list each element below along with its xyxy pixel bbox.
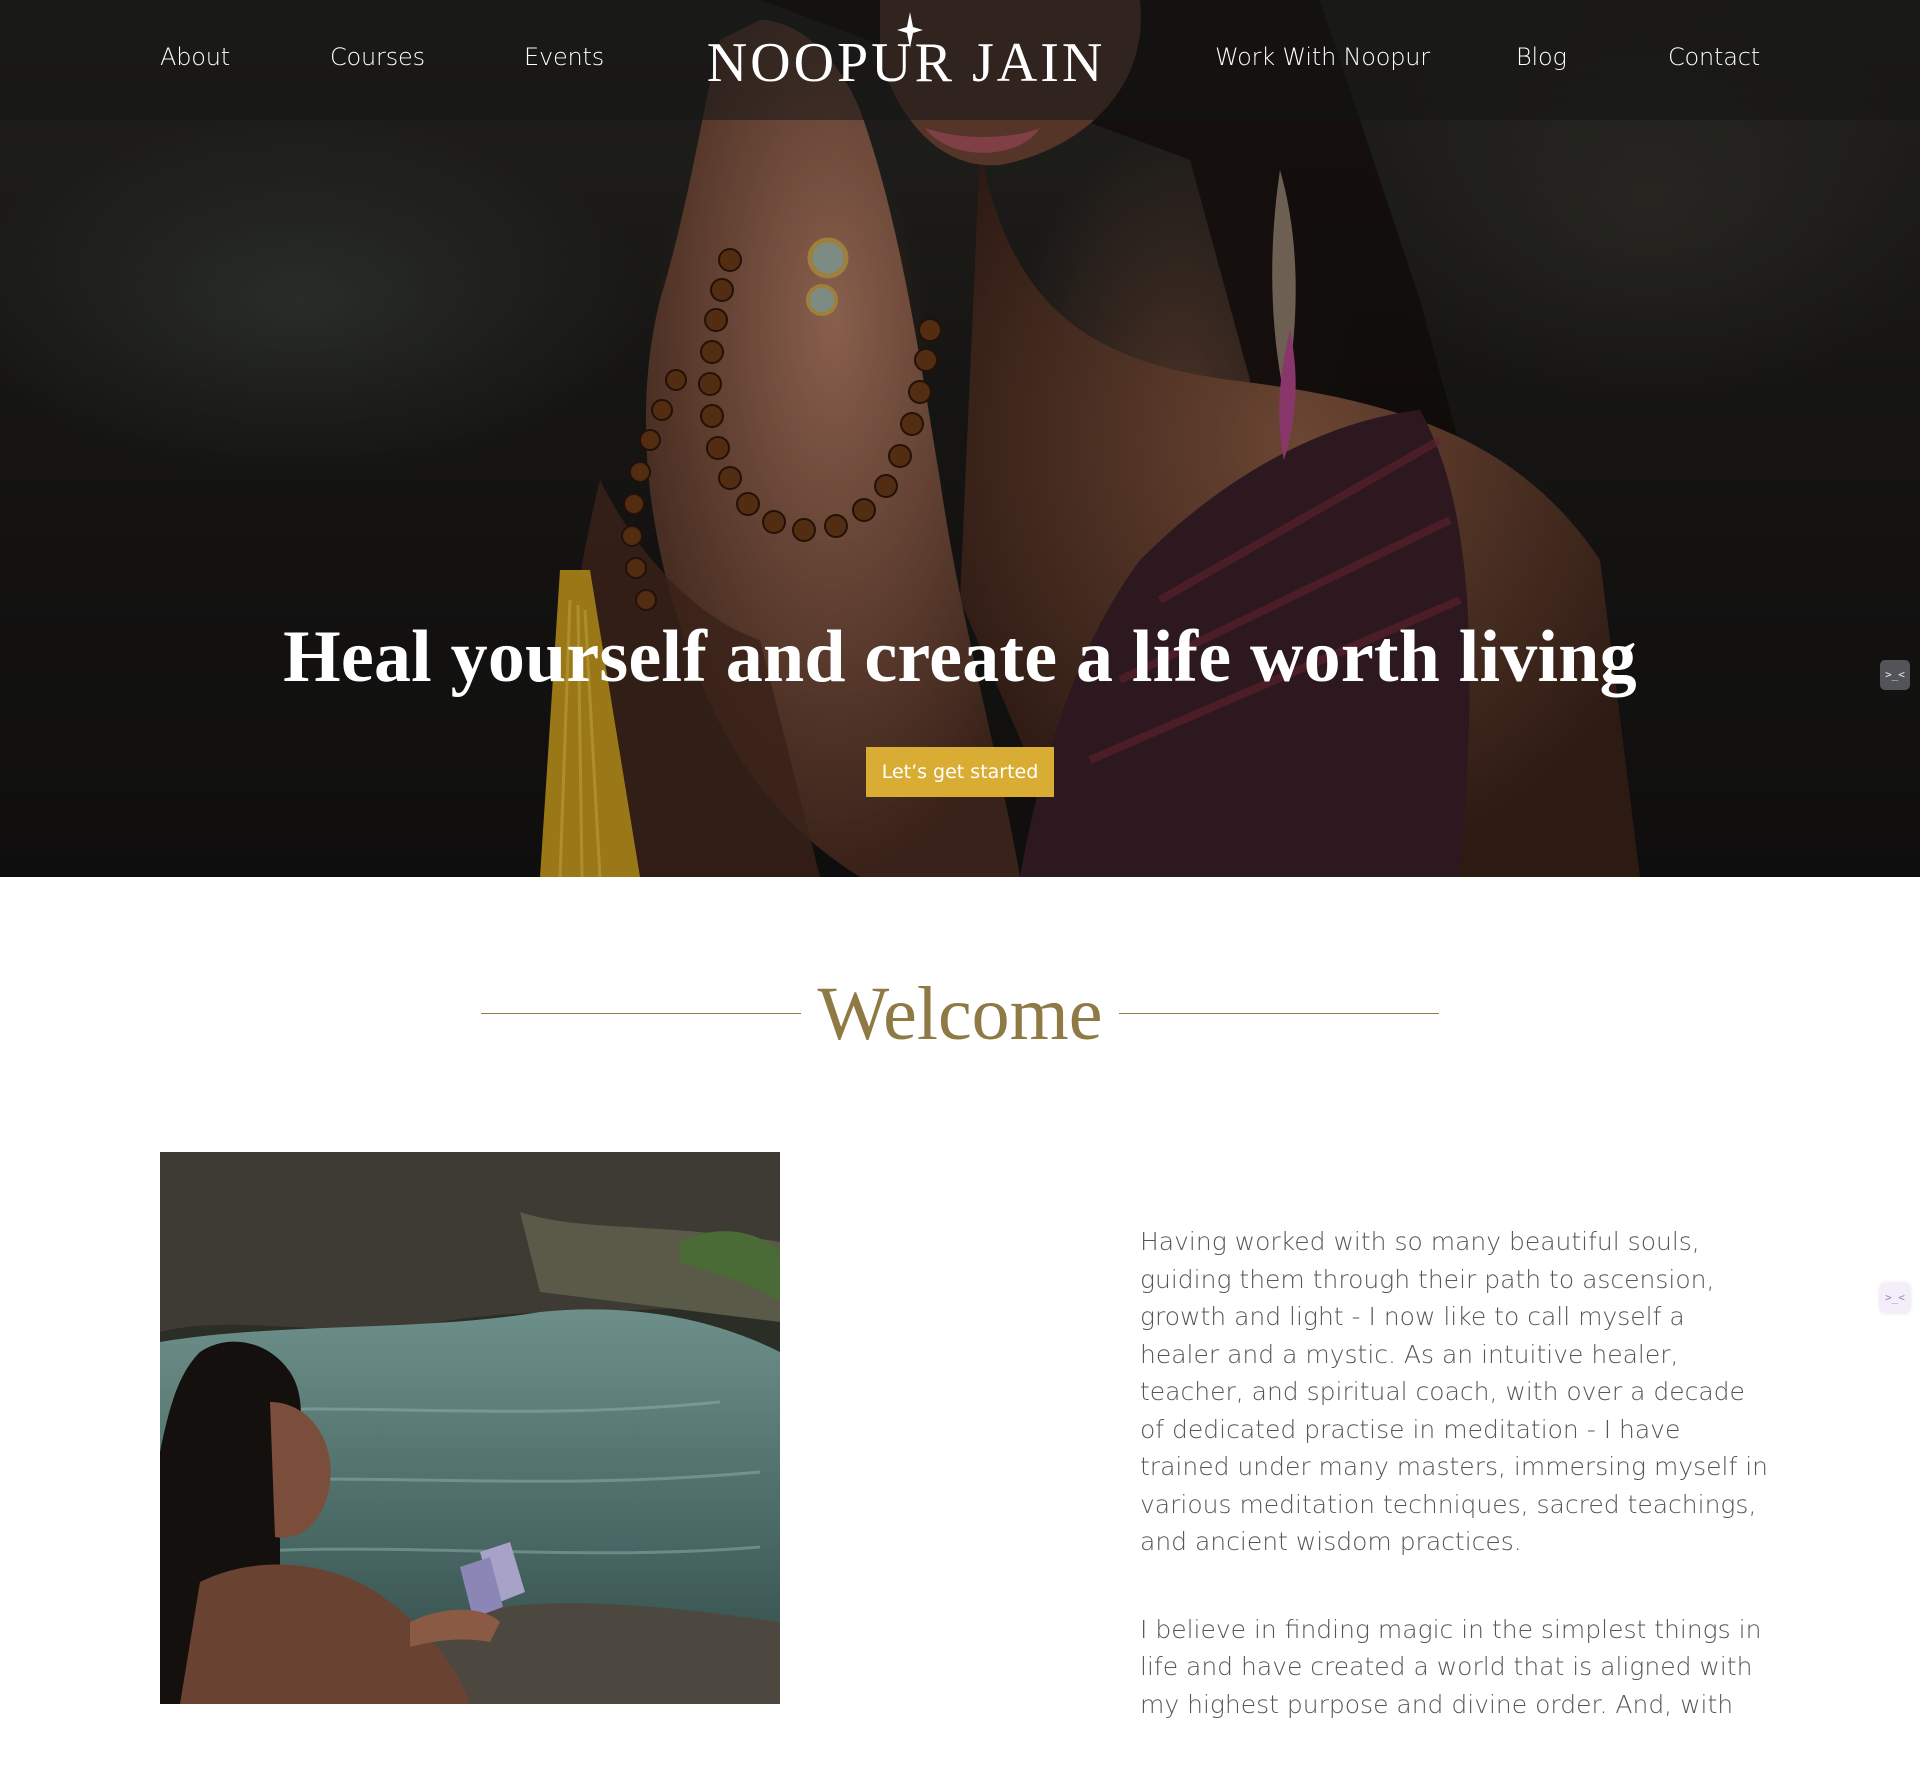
welcome-divider-left xyxy=(481,1013,801,1014)
hero-section: About Courses Events NOOPUR JAIN Work Wi… xyxy=(0,0,1920,877)
nav-about[interactable]: About xyxy=(160,40,230,74)
nav-contact[interactable]: Contact xyxy=(1668,40,1760,74)
get-started-button[interactable]: Let’s get started xyxy=(866,747,1054,797)
nav-blog[interactable]: Blog xyxy=(1516,40,1567,74)
nav-events[interactable]: Events xyxy=(524,40,604,74)
welcome-divider-right xyxy=(1119,1013,1439,1014)
hero-overlay xyxy=(0,0,1920,877)
nav-courses[interactable]: Courses xyxy=(330,40,425,74)
assistant-widget-icon[interactable]: >_< xyxy=(1880,1283,1910,1313)
top-navigation: About Courses Events NOOPUR JAIN Work Wi… xyxy=(0,0,1920,120)
welcome-title: Welcome xyxy=(817,972,1103,1056)
bio-paragraph: Having worked with so many beautiful sou… xyxy=(1140,1227,1769,1556)
assistant-widget-icon[interactable]: >_< xyxy=(1880,660,1910,690)
nav-work-with-noopur[interactable]: Work With Noopur xyxy=(1215,40,1430,74)
welcome-bio: Having worked with so many beautiful sou… xyxy=(1140,1223,1770,1773)
bio-paragraph: I believe in finding magic in the simple… xyxy=(1140,1614,1762,1719)
hero-title: Heal yourself and create a life worth li… xyxy=(283,616,1637,698)
welcome-photo xyxy=(160,1152,780,1704)
four-point-star-icon xyxy=(897,12,923,48)
welcome-photo-art xyxy=(160,1152,780,1704)
